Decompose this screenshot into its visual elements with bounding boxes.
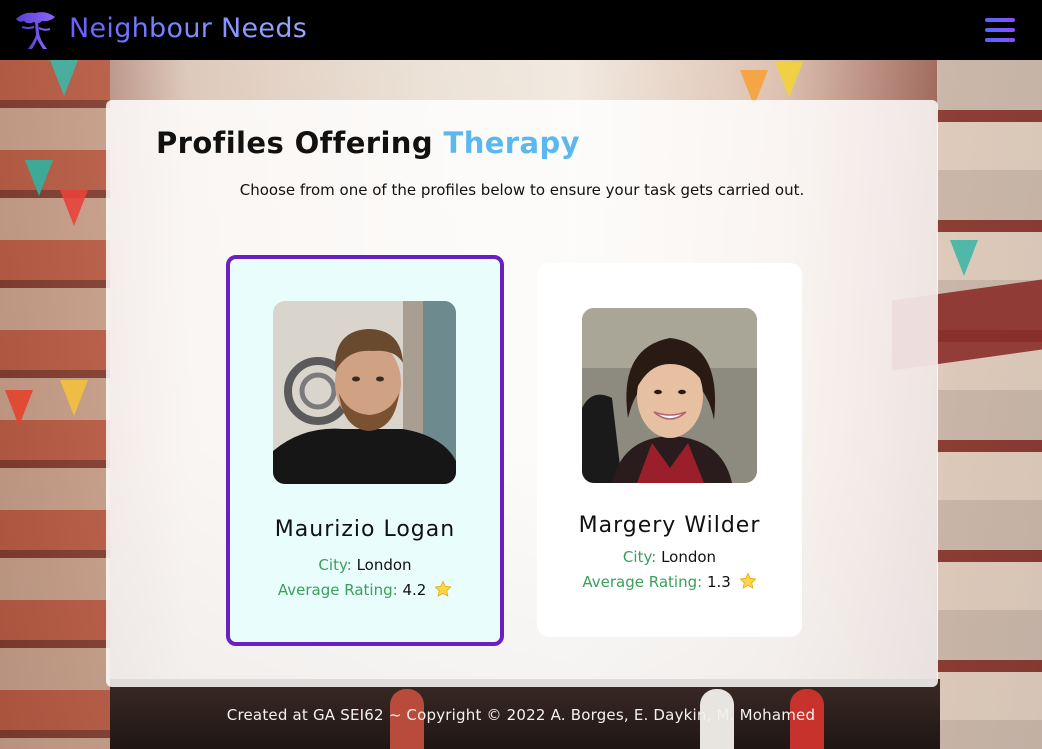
menu-bar: [985, 38, 1015, 42]
page-title-service: Therapy: [443, 126, 580, 160]
star-icon: [434, 580, 452, 597]
city-label: City:: [318, 556, 352, 574]
page-title: Profiles Offering Therapy: [156, 126, 580, 160]
bunting-flag: [25, 160, 53, 196]
profile-card[interactable]: Margery Wilder City: London Average Rati…: [537, 263, 802, 637]
hamburger-menu-icon[interactable]: [985, 18, 1015, 42]
profile-name: Maurizio Logan: [274, 517, 456, 542]
profile-card[interactable]: Maurizio Logan City: London Average Rati…: [226, 255, 504, 646]
profile-photo: [273, 301, 456, 484]
bunting-flag: [60, 190, 88, 226]
city-label: City:: [622, 548, 657, 566]
rating-label: Average Rating:: [277, 581, 398, 599]
background-building-right: [937, 60, 1042, 749]
city-value: London: [356, 556, 412, 574]
bunting-flag: [60, 380, 88, 416]
profile-city-row: City: London: [537, 548, 802, 566]
star-icon: [739, 572, 757, 589]
bunting-flag: [775, 62, 803, 98]
profile-name: Margery Wilder: [578, 513, 761, 538]
rating-label: Average Rating:: [582, 573, 703, 591]
profile-city-row: City: London: [230, 556, 500, 574]
profile-rating-row: Average Rating: 1.3: [537, 572, 802, 591]
profile-photo: [582, 308, 757, 483]
page-subtitle: Choose from one of the profiles below to…: [239, 181, 805, 199]
bunting-flag: [50, 60, 78, 96]
tree-icon[interactable]: [12, 9, 58, 51]
menu-bar: [985, 28, 1015, 32]
rating-value: 1.3: [706, 573, 731, 591]
brand-title[interactable]: Neighbour Needs: [69, 13, 307, 44]
page-title-prefix: Profiles Offering: [156, 126, 434, 160]
footer-credits: Created at GA SEI62 ~ Copyright © 2022 A…: [226, 706, 816, 724]
top-navbar: Neighbour Needs: [0, 0, 1042, 60]
rating-value: 4.2: [402, 581, 427, 599]
city-value: London: [661, 548, 717, 566]
menu-bar: [985, 18, 1015, 22]
profile-rating-row: Average Rating: 4.2: [230, 580, 500, 599]
profiles-panel: Profiles Offering Therapy Choose from on…: [106, 100, 938, 687]
bunting-flag: [5, 390, 33, 426]
bunting-flag: [950, 240, 978, 276]
